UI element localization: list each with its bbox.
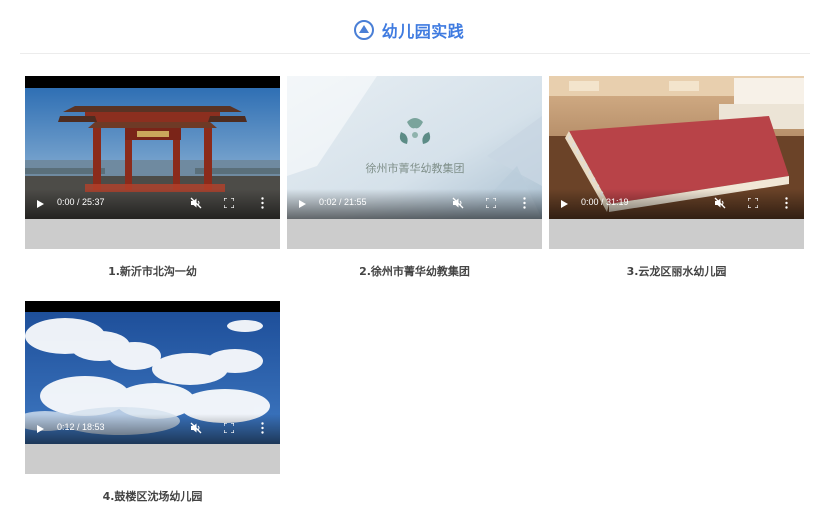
video-player[interactable]: 0:00 / 25:37 xyxy=(25,76,280,219)
section-title: 幼儿园实践 xyxy=(381,22,465,41)
video-time: 0:12 / 18:53 xyxy=(57,422,105,432)
fullscreen-icon[interactable] xyxy=(486,198,496,208)
video-footer-bar xyxy=(25,219,280,249)
video-player[interactable]: 0:12 / 18:53 xyxy=(25,301,280,444)
video-footer-bar xyxy=(549,219,804,249)
more-options-icon[interactable] xyxy=(785,197,788,209)
video-caption[interactable]: 4.鼓楼区沈场幼儿园 xyxy=(25,488,280,504)
video-player[interactable]: 0:00 / 31:19 xyxy=(549,76,804,219)
muted-speaker-icon[interactable] xyxy=(714,197,726,209)
video-caption[interactable]: 2.徐州市菁华幼教集团 xyxy=(287,263,542,279)
video-time: 0:00 / 31:19 xyxy=(581,197,629,207)
muted-speaker-icon[interactable] xyxy=(452,197,464,209)
video-caption[interactable]: 1.新沂市北沟一幼 xyxy=(25,263,280,279)
play-icon[interactable] xyxy=(37,425,44,433)
play-icon[interactable] xyxy=(37,200,44,208)
section-header: 幼儿园实践 xyxy=(20,8,810,54)
video-controls: 0:00 / 25:37 xyxy=(25,189,280,219)
fullscreen-icon[interactable] xyxy=(748,198,758,208)
muted-speaker-icon[interactable] xyxy=(190,197,202,209)
play-icon[interactable] xyxy=(561,200,568,208)
video-controls: 0:00 / 31:19 xyxy=(549,189,804,219)
play-icon[interactable] xyxy=(299,200,306,208)
video-footer-bar xyxy=(25,444,280,474)
video-time: 0:00 / 25:37 xyxy=(57,197,105,207)
fullscreen-icon[interactable] xyxy=(224,423,234,433)
navigation-arrow-icon xyxy=(353,20,374,40)
video-overlay-text: 徐州市菁华幼教集团 xyxy=(366,161,465,175)
more-options-icon[interactable] xyxy=(261,422,264,434)
video-time: 0:02 / 21:55 xyxy=(319,197,367,207)
more-options-icon[interactable] xyxy=(523,197,526,209)
video-caption[interactable]: 3.云龙区丽水幼儿园 xyxy=(549,263,804,279)
video-controls: 0:12 / 18:53 xyxy=(25,414,280,444)
video-player[interactable]: 徐州市菁华幼教集团 0:02 / 21:55 xyxy=(287,76,542,219)
muted-speaker-icon[interactable] xyxy=(190,422,202,434)
fullscreen-icon[interactable] xyxy=(224,198,234,208)
more-options-icon[interactable] xyxy=(261,197,264,209)
video-footer-bar xyxy=(287,219,542,249)
video-controls: 0:02 / 21:55 xyxy=(287,189,542,219)
